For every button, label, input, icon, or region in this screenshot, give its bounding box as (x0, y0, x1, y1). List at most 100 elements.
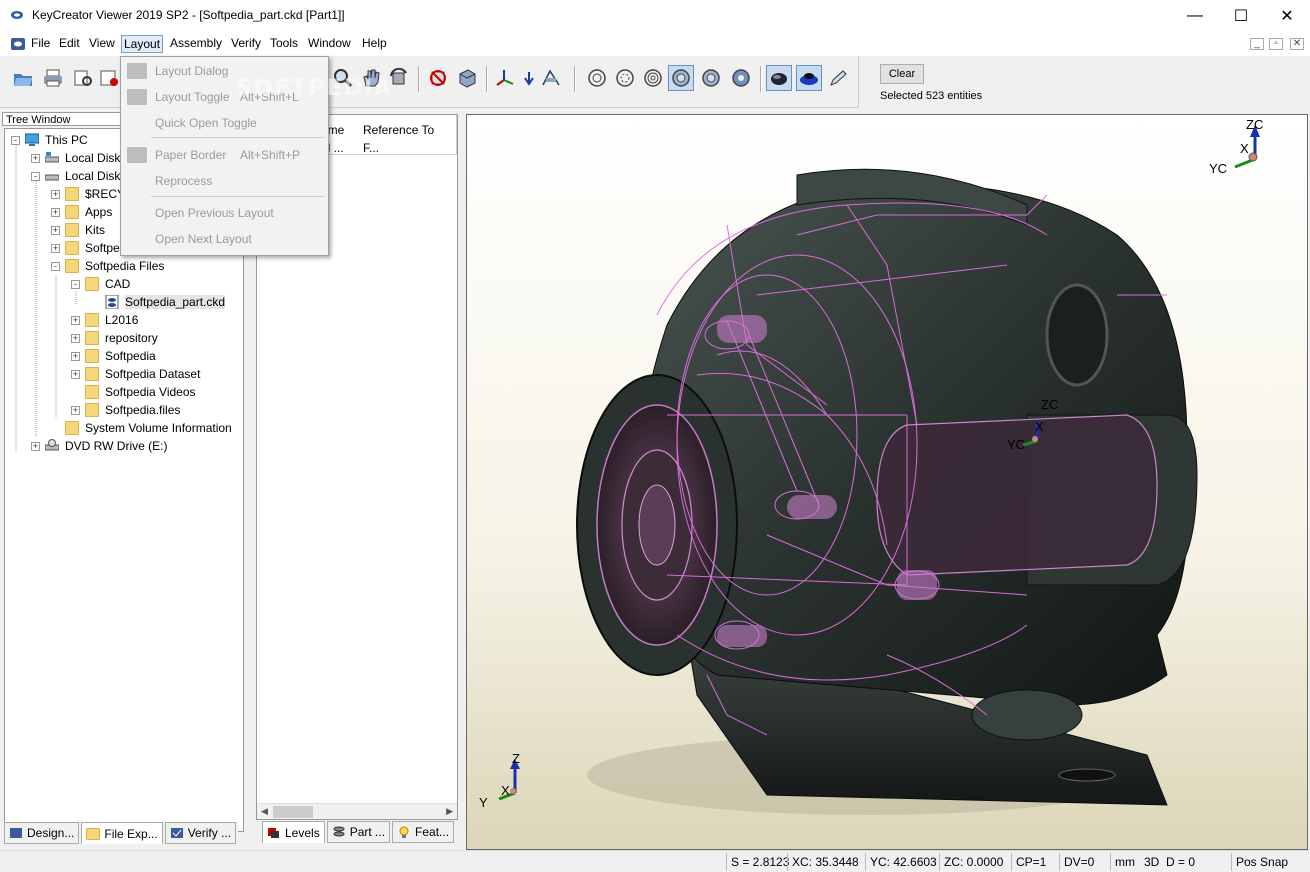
column-header-reference[interactable]: Reference To F... (359, 115, 457, 155)
edit-pen-icon[interactable] (826, 65, 852, 91)
tree-row[interactable]: + Softpedia Dataset (71, 365, 200, 383)
lightbulb-icon (399, 826, 409, 838)
scroll-thumb[interactable] (273, 806, 313, 818)
expand-toggle[interactable]: + (51, 243, 60, 253)
tab-parts[interactable]: Part ... (326, 821, 391, 843)
menu-separator (151, 196, 325, 197)
status-mode[interactable]: 3D (1140, 853, 1163, 871)
collapse-toggle[interactable]: - (51, 261, 60, 271)
mdi-minimize-button[interactable]: _ (1250, 38, 1264, 50)
tab-design[interactable]: Design... (4, 822, 80, 844)
menu-assembly[interactable]: Assembly (168, 35, 224, 53)
tree-row[interactable]: + L2016 (71, 311, 138, 329)
tree-row[interactable]: + Softpe (51, 239, 120, 257)
tree-row[interactable]: - This PC (11, 131, 88, 149)
tree-row[interactable]: - CAD (71, 275, 130, 293)
tree-row[interactable]: - Softpedia Files (51, 257, 164, 275)
tree-label: L2016 (105, 313, 139, 327)
minimize-button[interactable]: — (1172, 0, 1218, 32)
menu-item-reprocess[interactable]: Reprocess (121, 170, 328, 192)
menu-item-paper-border[interactable]: Paper Border Alt+Shift+P (121, 144, 328, 166)
graphics-viewport[interactable]: ZC X YC ZC X YC Z X Y (466, 114, 1308, 850)
menu-file[interactable]: File (29, 35, 52, 53)
expand-toggle[interactable]: + (71, 351, 80, 361)
tree-label: Softpedia_part.ckd (125, 295, 226, 309)
shaded-edges-icon[interactable] (796, 65, 822, 91)
tree-row[interactable]: + Softpedia.files (71, 401, 180, 419)
scroll-right-icon[interactable]: ▶ (446, 806, 453, 817)
tree-row[interactable]: + Softpedia (71, 347, 156, 365)
tree-row-selected[interactable]: Softpedia_part.ckd (91, 293, 226, 311)
menu-edit[interactable]: Edit (57, 35, 82, 53)
expand-toggle[interactable]: + (71, 315, 80, 325)
properties-icon[interactable] (96, 65, 122, 91)
menu-item-quick-open-toggle[interactable]: Quick Open Toggle (121, 112, 328, 134)
expand-toggle[interactable]: + (51, 225, 60, 235)
tree-row[interactable]: System Volume Information (51, 419, 232, 437)
expand-toggle[interactable]: + (51, 207, 60, 217)
tree-row[interactable]: + Kits (51, 221, 105, 239)
menu-item-shortcut: Alt+Shift+P (240, 148, 301, 162)
folder-icon (85, 313, 99, 327)
status-snap-mode[interactable]: Pos Snap (1231, 853, 1292, 871)
menu-item-open-next-layout[interactable]: Open Next Layout (121, 228, 328, 250)
window-title: KeyCreator Viewer 2019 SP2 - [Softpedia_… (32, 8, 345, 22)
tree-label: Local Disk (65, 151, 121, 165)
render-mode-4-icon[interactable] (668, 65, 694, 91)
mdi-close-button[interactable]: ✕ (1290, 38, 1304, 50)
tree-row[interactable]: + Apps (51, 203, 112, 221)
measure-icon[interactable] (538, 65, 564, 91)
tab-features[interactable]: Feat... (392, 821, 455, 843)
tab-file-explorer[interactable]: File Exp... (81, 822, 163, 844)
collapse-toggle[interactable]: - (31, 171, 40, 181)
maximize-button[interactable]: ☐ (1218, 0, 1264, 32)
tab-levels[interactable]: Levels (262, 821, 325, 843)
dvd-drive-icon (45, 439, 59, 451)
expand-toggle[interactable]: + (51, 189, 60, 199)
solid-box-icon[interactable] (454, 65, 480, 91)
open-file-icon[interactable] (10, 65, 36, 91)
axis-triad-icon[interactable] (492, 65, 518, 91)
menu-view[interactable]: View (87, 35, 117, 53)
tab-verify[interactable]: Verify ... (164, 822, 237, 844)
expand-toggle[interactable]: + (31, 153, 40, 163)
expand-toggle[interactable]: + (71, 369, 80, 379)
expand-toggle[interactable]: + (31, 441, 40, 451)
scroll-left-icon[interactable]: ◀ (261, 806, 268, 817)
tree-label: $RECY (85, 187, 126, 201)
folder-icon (65, 223, 79, 237)
render-mode-2-icon[interactable] (612, 65, 638, 91)
menu-window[interactable]: Window (306, 35, 353, 53)
collapse-toggle[interactable]: - (71, 279, 80, 289)
mdi-restore-button[interactable]: ▫ (1269, 38, 1283, 50)
shaded-view-icon[interactable] (766, 65, 792, 91)
close-button[interactable]: ✕ (1264, 0, 1310, 32)
render-mode-5-icon[interactable] (698, 65, 724, 91)
no-entity-icon[interactable] (426, 65, 452, 91)
folder-icon (65, 187, 79, 201)
render-mode-3-icon[interactable] (640, 65, 666, 91)
clear-button[interactable]: Clear (880, 64, 924, 84)
collapse-toggle[interactable]: - (11, 135, 20, 145)
status-units[interactable]: mm (1110, 853, 1139, 871)
menu-help[interactable]: Help (360, 35, 389, 53)
render-mode-6-icon[interactable] (728, 65, 754, 91)
menu-item-open-previous-layout[interactable]: Open Previous Layout (121, 202, 328, 224)
menu-layout[interactable]: Layout (121, 35, 164, 53)
expand-toggle[interactable]: + (71, 405, 80, 415)
horizontal-scrollbar[interactable]: ◀ ▶ (257, 803, 457, 819)
tree-row[interactable]: + repository (71, 329, 158, 347)
tree-row[interactable]: + DVD RW Drive (E:) (31, 437, 167, 455)
menu-verify[interactable]: Verify (229, 35, 263, 53)
print-preview-icon[interactable] (70, 65, 96, 91)
tree-row[interactable]: - Local Disk (31, 167, 120, 185)
tree-row[interactable]: + Local Disk (31, 149, 120, 167)
render-mode-1-icon[interactable] (584, 65, 610, 91)
tree-label: Softpedia Files (85, 259, 165, 273)
print-icon[interactable] (40, 65, 66, 91)
menu-tools[interactable]: Tools (268, 35, 300, 53)
expand-toggle[interactable]: + (71, 333, 80, 343)
tree-row[interactable]: + $RECY (51, 185, 125, 203)
document-icon[interactable] (10, 37, 26, 51)
tree-row[interactable]: Softpedia Videos (71, 383, 196, 401)
